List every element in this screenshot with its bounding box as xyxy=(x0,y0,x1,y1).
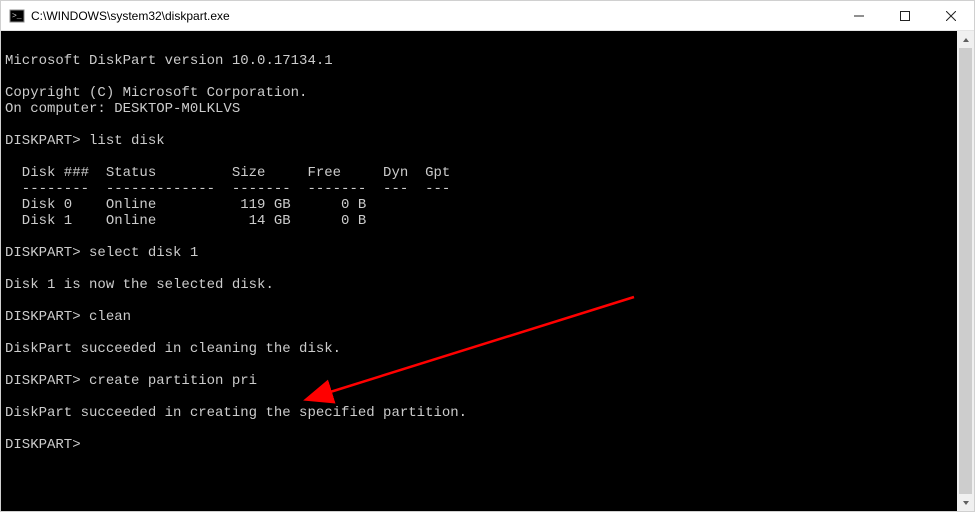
minimize-button[interactable] xyxy=(836,1,882,30)
scroll-thumb[interactable] xyxy=(959,48,972,494)
titlebar[interactable]: >_ C:\WINDOWS\system32\diskpart.exe xyxy=(1,1,974,31)
scroll-track[interactable] xyxy=(957,48,974,494)
scroll-down-arrow-icon[interactable] xyxy=(957,494,974,511)
terminal-area: Microsoft DiskPart version 10.0.17134.1 … xyxy=(1,31,974,511)
svg-text:>_: >_ xyxy=(12,12,22,21)
console-window: >_ C:\WINDOWS\system32\diskpart.exe Micr… xyxy=(0,0,975,512)
close-button[interactable] xyxy=(928,1,974,30)
scroll-up-arrow-icon[interactable] xyxy=(957,31,974,48)
window-title: C:\WINDOWS\system32\diskpart.exe xyxy=(31,9,230,23)
maximize-button[interactable] xyxy=(882,1,928,30)
vertical-scrollbar[interactable] xyxy=(957,31,974,511)
terminal-output[interactable]: Microsoft DiskPart version 10.0.17134.1 … xyxy=(1,31,957,511)
app-icon: >_ xyxy=(9,8,25,24)
window-controls xyxy=(836,1,974,30)
